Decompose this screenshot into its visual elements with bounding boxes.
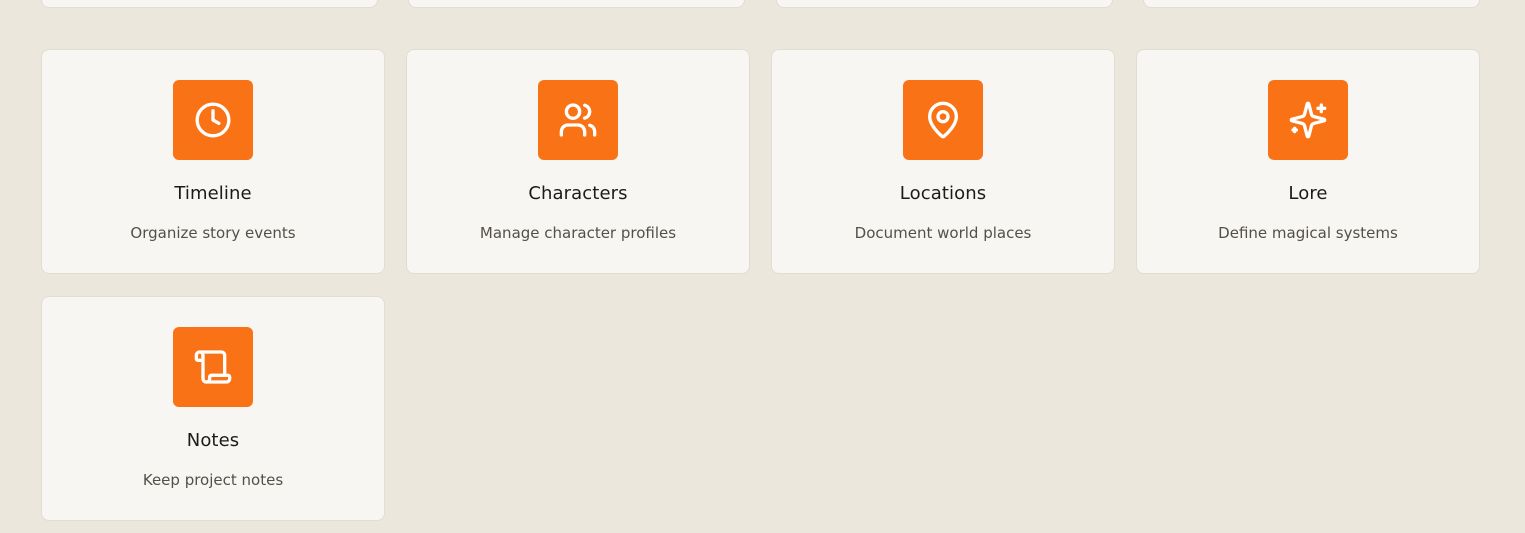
card-title: Locations: [899, 183, 987, 204]
card-partial[interactable]: [41, 0, 378, 8]
clock-icon: [195, 102, 231, 138]
card-partial[interactable]: [408, 0, 745, 8]
card-description: Document world places: [854, 224, 1032, 242]
card-title: Lore: [1288, 183, 1328, 204]
users-icon: [559, 103, 597, 137]
icon-tile: [173, 80, 253, 160]
card-notes[interactable]: Notes Keep project notes: [41, 296, 385, 521]
card-lore[interactable]: Lore Define magical systems: [1136, 49, 1480, 274]
card-title: Characters: [528, 183, 628, 204]
dashboard-grid: Timeline Organize story events Character…: [0, 0, 1525, 533]
card-partial[interactable]: [1143, 0, 1480, 8]
card-title: Timeline: [174, 183, 252, 204]
card-description: Define magical systems: [1218, 224, 1398, 242]
icon-tile: [1268, 80, 1348, 160]
icon-tile: [173, 327, 253, 407]
sparkles-icon: [1289, 101, 1327, 139]
card-description: Manage character profiles: [479, 224, 677, 242]
card-characters[interactable]: Characters Manage character profiles: [406, 49, 750, 274]
map-pin-icon: [928, 101, 958, 139]
card-timeline[interactable]: Timeline Organize story events: [41, 49, 385, 274]
scroll-icon: [194, 350, 232, 384]
card-description: Organize story events: [130, 224, 296, 242]
icon-tile: [538, 80, 618, 160]
card-description: Keep project notes: [142, 471, 284, 489]
card-title: Notes: [186, 430, 240, 451]
card-locations[interactable]: Locations Document world places: [771, 49, 1115, 274]
icon-tile: [903, 80, 983, 160]
card-partial[interactable]: [776, 0, 1113, 8]
